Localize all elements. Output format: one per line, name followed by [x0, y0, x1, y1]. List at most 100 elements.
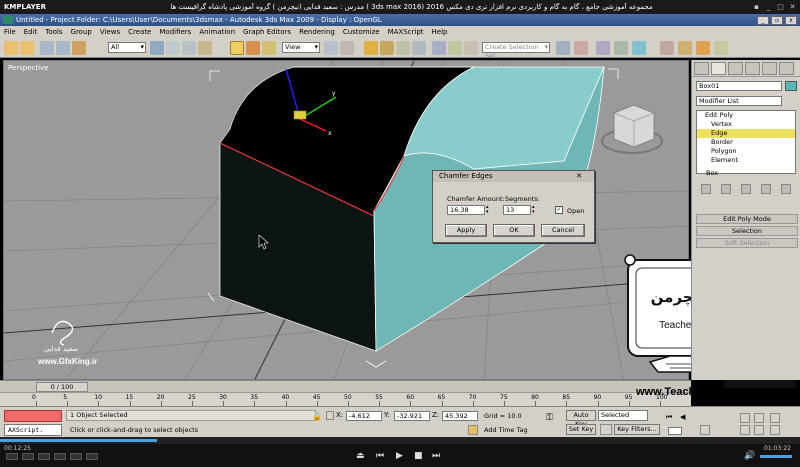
- quick-render-icon[interactable]: [696, 41, 710, 55]
- edit-named-selection-icon[interactable]: [432, 41, 446, 55]
- object-color-swatch[interactable]: [785, 81, 797, 91]
- time-config-icon[interactable]: [700, 425, 710, 435]
- chamfer-amount-input[interactable]: 16.38: [447, 205, 485, 215]
- select-by-name-icon[interactable]: [166, 41, 180, 55]
- material-editor-icon[interactable]: [632, 41, 646, 55]
- spinner-snap-icon[interactable]: [412, 41, 426, 55]
- default-in-out-icon[interactable]: [600, 424, 612, 435]
- pivot-center-icon[interactable]: [324, 41, 338, 55]
- pin-stack-icon[interactable]: [701, 184, 711, 194]
- time-tag-icon[interactable]: [468, 425, 478, 435]
- stack-item-edge[interactable]: Edge: [697, 129, 795, 138]
- rectangular-selection-icon[interactable]: [182, 41, 196, 55]
- zoom-all-icon[interactable]: [754, 413, 764, 423]
- stack-item-polygon[interactable]: Polygon: [697, 147, 795, 156]
- add-time-tag[interactable]: Add Time Tag: [484, 425, 528, 436]
- zoom-extents-icon[interactable]: [770, 413, 780, 423]
- motion-tab-icon[interactable]: [745, 62, 760, 75]
- maxscript-mini-listener[interactable]: AXScript.: [4, 424, 62, 436]
- menu-animation[interactable]: Animation: [195, 28, 239, 36]
- stack-item-element[interactable]: Element: [697, 156, 795, 165]
- x-coordinate-input[interactable]: -4.612: [346, 411, 382, 421]
- player-next-icon[interactable]: ⏭: [432, 451, 440, 461]
- maximize-viewport-icon[interactable]: [770, 425, 780, 435]
- menu-edit[interactable]: Edit: [20, 28, 42, 36]
- move-icon[interactable]: [230, 41, 244, 55]
- render-setup-icon[interactable]: [660, 41, 674, 55]
- key-filters-button[interactable]: Key Filters...: [614, 424, 660, 435]
- remove-modifier-icon[interactable]: [761, 184, 771, 194]
- mirror-tool-icon[interactable]: [556, 41, 570, 55]
- rotate-icon[interactable]: [246, 41, 260, 55]
- modify-tab-icon[interactable]: [711, 62, 726, 75]
- apply-button[interactable]: Apply: [445, 224, 487, 237]
- player-option-icon-3[interactable]: [38, 453, 50, 460]
- named-selection-set-input[interactable]: Create Selection Set: [482, 42, 550, 60]
- player-option-icon-5[interactable]: [70, 453, 82, 460]
- layer-manager-icon[interactable]: [574, 41, 588, 55]
- set-key-button[interactable]: Set Key: [566, 424, 596, 435]
- hierarchy-tab-icon[interactable]: [728, 62, 743, 75]
- menu-create[interactable]: Create: [124, 28, 155, 36]
- render-production-icon[interactable]: [714, 41, 728, 55]
- zoom-icon[interactable]: [740, 413, 750, 423]
- schematic-view-icon[interactable]: [614, 41, 628, 55]
- max-restore-button[interactable]: ▫: [771, 15, 783, 25]
- curve-editor-icon[interactable]: [596, 41, 610, 55]
- player-eject-icon[interactable]: ⏏: [356, 451, 365, 461]
- object-name-field[interactable]: Box01: [696, 81, 782, 91]
- unlink-icon[interactable]: [56, 41, 70, 55]
- player-minimize-icon[interactable]: _: [765, 3, 772, 11]
- cancel-button[interactable]: Cancel: [541, 224, 585, 237]
- configure-sets-icon[interactable]: [781, 184, 791, 194]
- bind-space-warp-icon[interactable]: [72, 41, 86, 55]
- dialog-close-icon[interactable]: ✕: [576, 171, 582, 182]
- menu-file[interactable]: File: [0, 28, 20, 36]
- pan-icon[interactable]: [740, 425, 750, 435]
- player-option-icon-6[interactable]: [86, 453, 98, 460]
- z-coordinate-input[interactable]: 45.392: [442, 411, 478, 421]
- prev-frame-icon[interactable]: ◀: [680, 413, 685, 421]
- percent-snap-icon[interactable]: [396, 41, 410, 55]
- time-slider-track[interactable]: 0 / 100: [0, 380, 691, 392]
- segments-input[interactable]: 13: [503, 205, 531, 215]
- chamfer-amount-spinner[interactable]: ▴ ▾: [486, 205, 491, 215]
- ok-button[interactable]: OK: [493, 224, 535, 237]
- player-option-icon-1[interactable]: [6, 453, 18, 460]
- utilities-tab-icon[interactable]: [779, 62, 794, 75]
- stack-item-vertex[interactable]: Vertex: [697, 120, 795, 129]
- menu-customize[interactable]: Customize: [339, 28, 384, 36]
- key-icon[interactable]: ⚿: [546, 413, 553, 423]
- undo-icon[interactable]: [4, 41, 18, 55]
- align-icon[interactable]: [464, 41, 478, 55]
- angle-snap-icon[interactable]: [380, 41, 394, 55]
- player-maximize-icon[interactable]: □: [777, 3, 784, 11]
- player-option-icon-4[interactable]: [54, 453, 66, 460]
- time-slider[interactable]: 0 / 100: [36, 382, 88, 392]
- player-close-icon[interactable]: ✕: [789, 3, 796, 11]
- current-frame-input[interactable]: [668, 427, 682, 435]
- player-volume-icon[interactable]: 🔊: [744, 451, 755, 461]
- mirror-icon[interactable]: [448, 41, 462, 55]
- key-selection-dropdown[interactable]: Selected: [598, 410, 648, 421]
- stack-item-box[interactable]: Box: [696, 168, 796, 178]
- player-stop-icon[interactable]: ■: [414, 451, 423, 461]
- orbit-icon[interactable]: [754, 425, 764, 435]
- menu-graph-editors[interactable]: Graph Editors: [239, 28, 295, 36]
- y-coordinate-input[interactable]: -32.921: [394, 411, 430, 421]
- rendered-frame-icon[interactable]: [678, 41, 692, 55]
- snap-toggle-icon[interactable]: [364, 41, 378, 55]
- menu-modifiers[interactable]: Modifiers: [155, 28, 195, 36]
- menu-rendering[interactable]: Rendering: [295, 28, 339, 36]
- menu-group[interactable]: Group: [67, 28, 96, 36]
- track-bar[interactable]: 0 5 10 15 20 25 30 35 40 45 50 55 60 65 70 75 80 85 90 95 10…: [0, 392, 691, 406]
- make-unique-icon[interactable]: [741, 184, 751, 194]
- menu-views[interactable]: Views: [96, 28, 124, 36]
- max-app-icon[interactable]: [3, 16, 13, 24]
- maxscript-listener-pink[interactable]: [4, 410, 62, 422]
- rollout-selection[interactable]: Selection: [696, 226, 798, 236]
- modifier-list-dropdown[interactable]: Modifier List: [696, 96, 782, 106]
- selection-filter-dropdown[interactable]: All: [108, 42, 146, 53]
- player-volume-slider[interactable]: [760, 455, 792, 458]
- player-pin-icon[interactable]: ▪: [753, 3, 760, 11]
